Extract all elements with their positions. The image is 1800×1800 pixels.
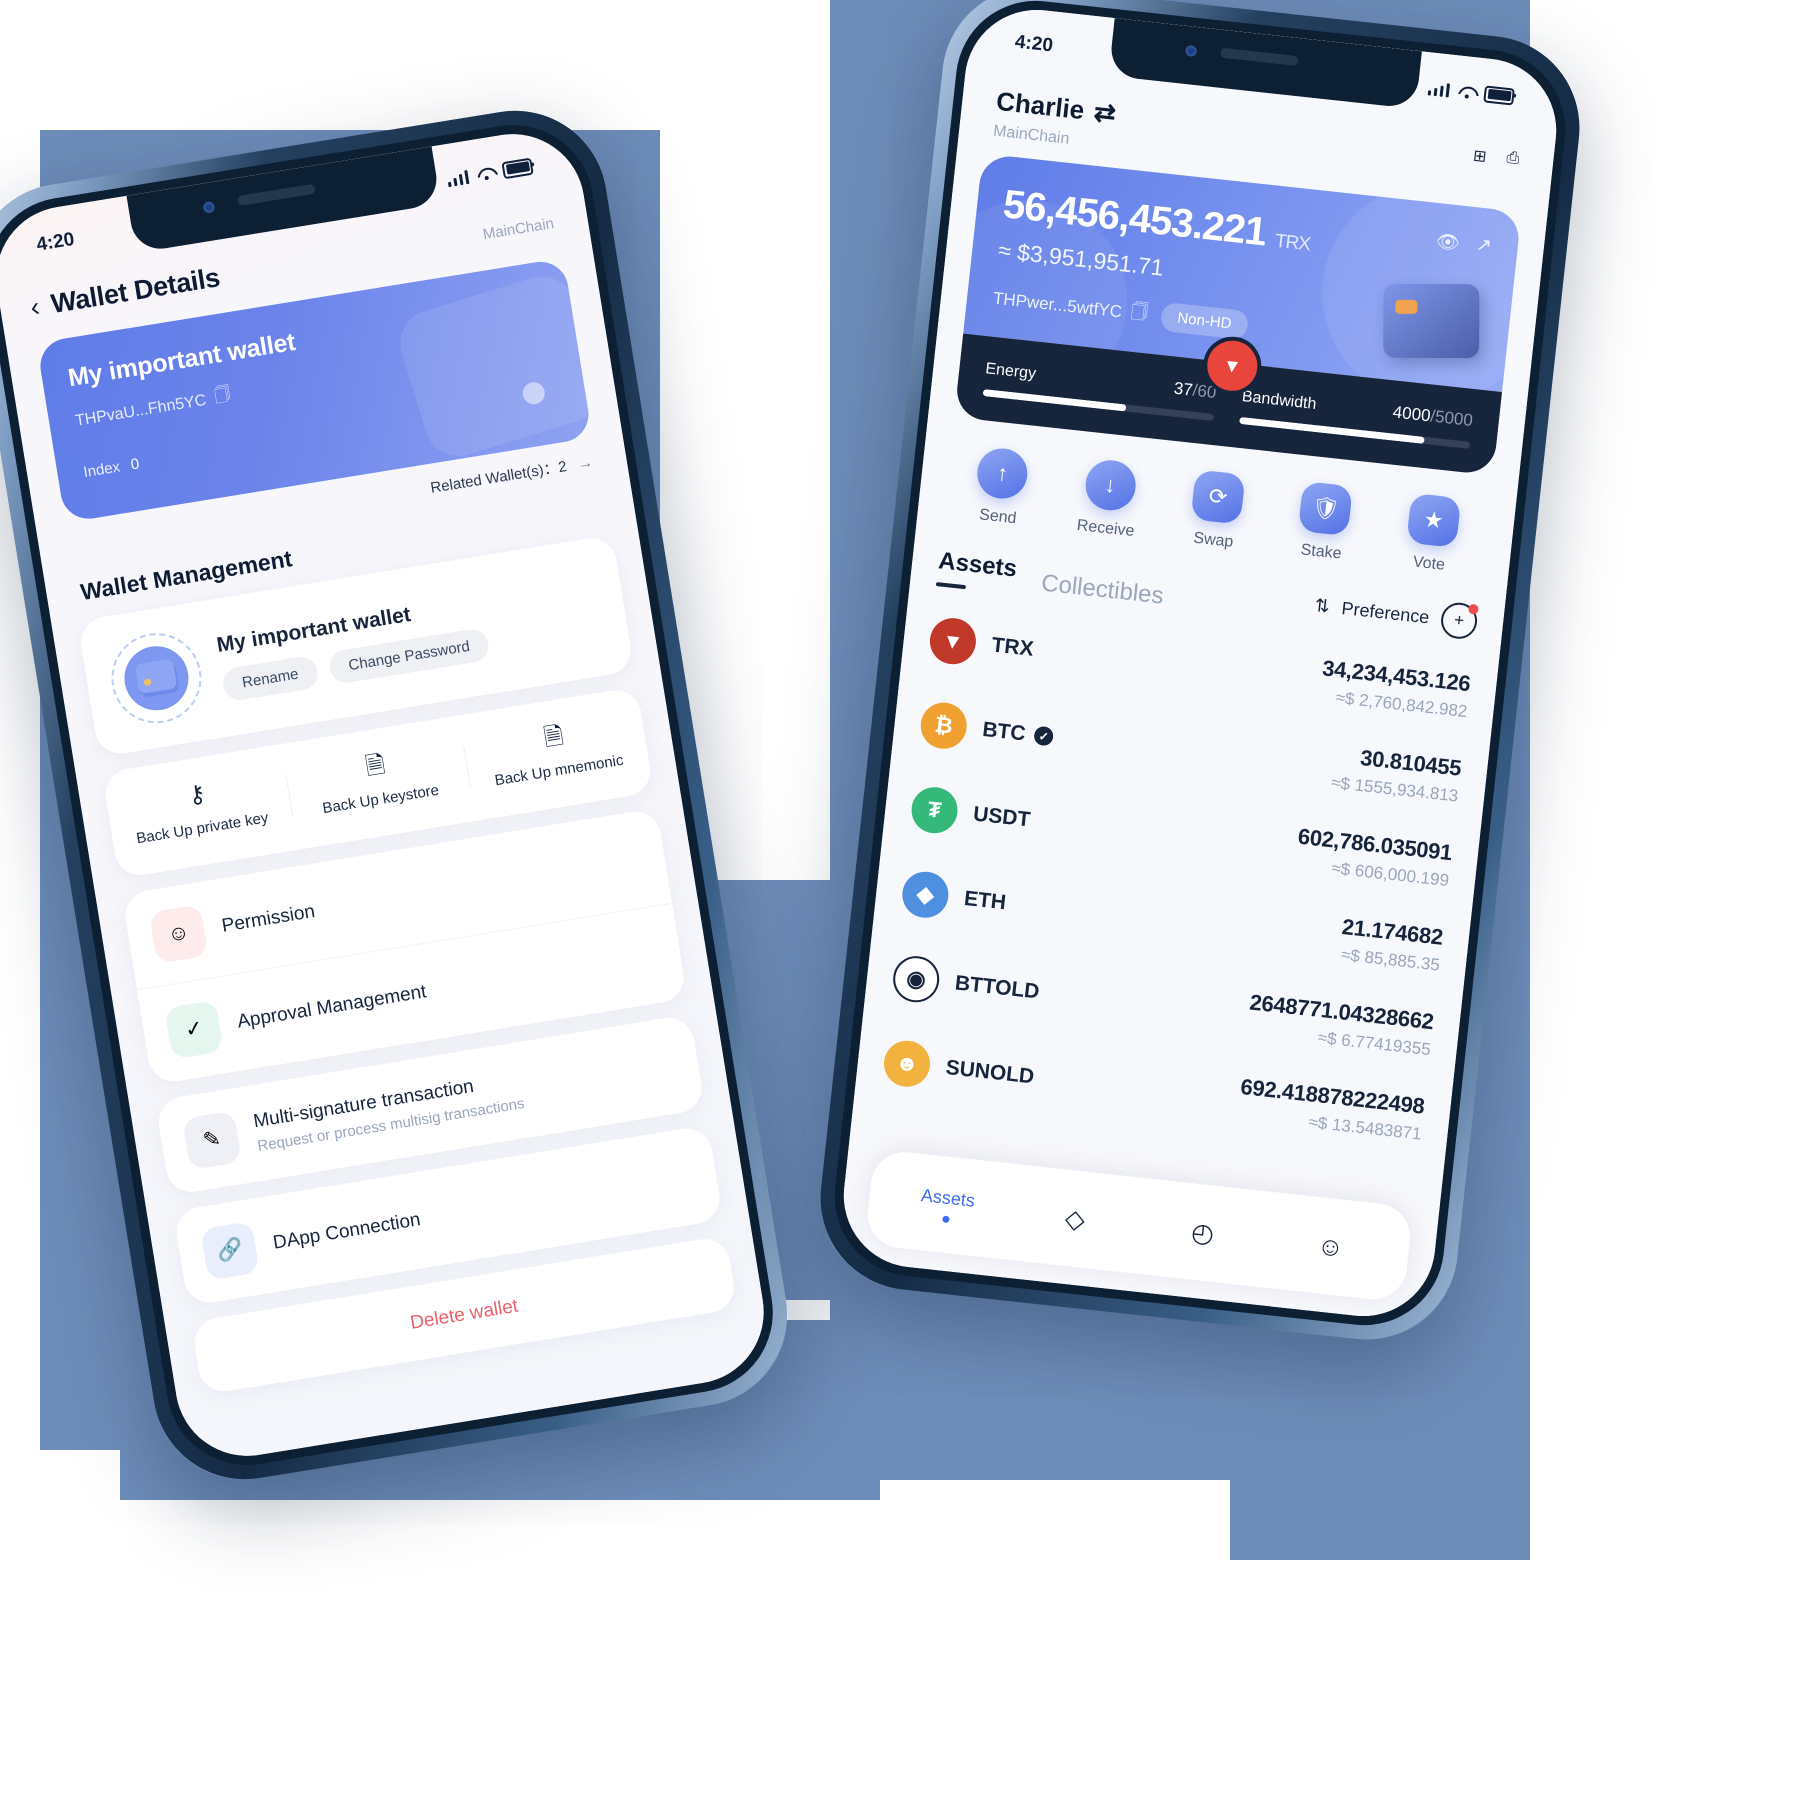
account-switcher[interactable]: Charlie ⇄ — [994, 85, 1117, 130]
asset-symbol: SUNOLD — [944, 1055, 1036, 1088]
battery-icon — [501, 157, 534, 179]
wifi-icon — [1458, 84, 1476, 99]
asset-symbol: BTC — [981, 717, 1027, 746]
nav-assets[interactable]: Assets — [881, 1181, 1013, 1230]
btc-icon: ₿ — [918, 699, 970, 751]
shield-icon: 🛡 — [1298, 481, 1354, 537]
arrow-down-icon: ↓ — [1082, 457, 1138, 513]
asset-symbol: USDT — [972, 801, 1032, 832]
nav-layers[interactable]: ◇ — [1009, 1196, 1140, 1241]
action-receive[interactable]: ↓ Receive — [1051, 455, 1167, 544]
usdt-icon: ₮ — [909, 784, 960, 836]
eth-icon: ◆ — [900, 868, 951, 920]
explore-icon: ◴ — [1189, 1215, 1216, 1249]
tab-assets[interactable]: Assets — [936, 547, 1018, 594]
asset-usd: ≈$ 85,885.35 — [1340, 945, 1441, 975]
bottom-navigation: Assets ◇ ◴ ☺ — [864, 1148, 1414, 1303]
bandwidth-label: Bandwidth — [1241, 388, 1318, 414]
backup-mnemonic-button[interactable]: 🗎 Back Up mnemonic — [462, 708, 650, 795]
wifi-icon — [476, 165, 495, 181]
wallet-illustration — [1383, 283, 1480, 359]
index-label: Index — [82, 458, 122, 482]
add-wallet-icon[interactable]: ⊞ — [1472, 146, 1487, 167]
profile-icon: ☺ — [1315, 1229, 1346, 1263]
signal-icon — [446, 168, 470, 188]
copy-icon[interactable]: 🗍 — [213, 383, 233, 412]
asset-amount: 21.174682 — [1340, 913, 1445, 950]
battery-icon — [1483, 84, 1515, 106]
swap-icon: ⟳ — [1190, 469, 1246, 525]
nav-explore[interactable]: ◴ — [1137, 1210, 1268, 1255]
page-title: Wallet Details — [48, 262, 222, 320]
copy-icon[interactable]: 🗍 — [1129, 299, 1149, 330]
approval-label: Approval Management — [235, 980, 428, 1033]
arrow-up-right-icon[interactable]: ↗ — [1475, 233, 1493, 259]
asset-symbol: ETH — [963, 886, 1008, 914]
balance-unit: TRX — [1273, 230, 1311, 256]
permission-user-icon: ☺ — [148, 903, 209, 964]
action-vote[interactable]: ★ Vote — [1374, 490, 1490, 579]
bttold-icon: ◉ — [890, 953, 942, 1005]
approval-user-check-icon: ✓ — [164, 999, 224, 1060]
swap-arrows-icon[interactable]: ⇄ — [1092, 96, 1117, 129]
wallet-avatar — [104, 626, 209, 730]
wallet-address: THPvaU...Fhn5YC — [73, 391, 208, 430]
pencil-icon: ✎ — [182, 1109, 242, 1170]
sunold-icon: ☻ — [881, 1037, 933, 1089]
sort-icon[interactable]: ⇅ — [1314, 595, 1331, 618]
action-swap[interactable]: ⟳ Swap — [1158, 466, 1274, 555]
action-stake[interactable]: 🛡 Stake — [1266, 478, 1382, 567]
status-time: 4:20 — [1013, 31, 1054, 57]
scan-icon[interactable]: ⎙ — [1505, 149, 1521, 170]
energy-label: Energy — [984, 360, 1037, 383]
trx-icon: ▾ — [927, 615, 979, 667]
asset-list: ▾ TRX 34,234,453.126 ≈$ 2,760,842.982 ₿ … — [854, 583, 1501, 1164]
account-name: Charlie — [994, 85, 1086, 126]
hd-badge: Non-HD — [1160, 301, 1249, 341]
bandwidth-total: 5000 — [1434, 407, 1474, 430]
link-icon: 🔗 — [200, 1220, 260, 1281]
back-chevron-icon[interactable]: ‹ — [28, 291, 42, 322]
arrow-right-icon: → — [576, 453, 594, 474]
eye-icon[interactable]: 👁 — [1435, 229, 1462, 255]
backup-keystore-button[interactable]: 🗎 Back Up keystore — [284, 737, 472, 824]
resource-energy[interactable]: Energy 37/60 — [982, 358, 1217, 422]
action-send[interactable]: ↑ Send — [943, 443, 1059, 532]
preference-label[interactable]: Preference — [1341, 598, 1431, 628]
dapp-label: DApp Connection — [271, 1208, 422, 1254]
backup-private-key-button[interactable]: ⚷ Back Up private key — [105, 766, 293, 853]
nav-profile[interactable]: ☺ — [1265, 1224, 1396, 1269]
index-value: 0 — [129, 455, 141, 474]
chain-label: MainChain — [481, 214, 556, 244]
signal-icon — [1427, 79, 1451, 98]
bandwidth-used: 4000 — [1391, 402, 1432, 426]
verified-badge-icon: ✓ — [1033, 725, 1055, 747]
asset-symbol: BTTOLD — [953, 970, 1041, 1004]
add-token-icon[interactable]: + — [1439, 600, 1479, 641]
asset-symbol: TRX — [990, 632, 1035, 661]
resource-bandwidth[interactable]: Bandwidth 4000/5000 — [1239, 386, 1474, 449]
status-time: 4:20 — [35, 228, 76, 256]
ticket-icon: ★ — [1406, 492, 1462, 548]
rename-button[interactable]: Rename — [220, 654, 320, 702]
permission-label: Permission — [220, 900, 317, 937]
arrow-up-icon: ↑ — [974, 446, 1031, 502]
layers-icon: ◇ — [1063, 1202, 1087, 1235]
